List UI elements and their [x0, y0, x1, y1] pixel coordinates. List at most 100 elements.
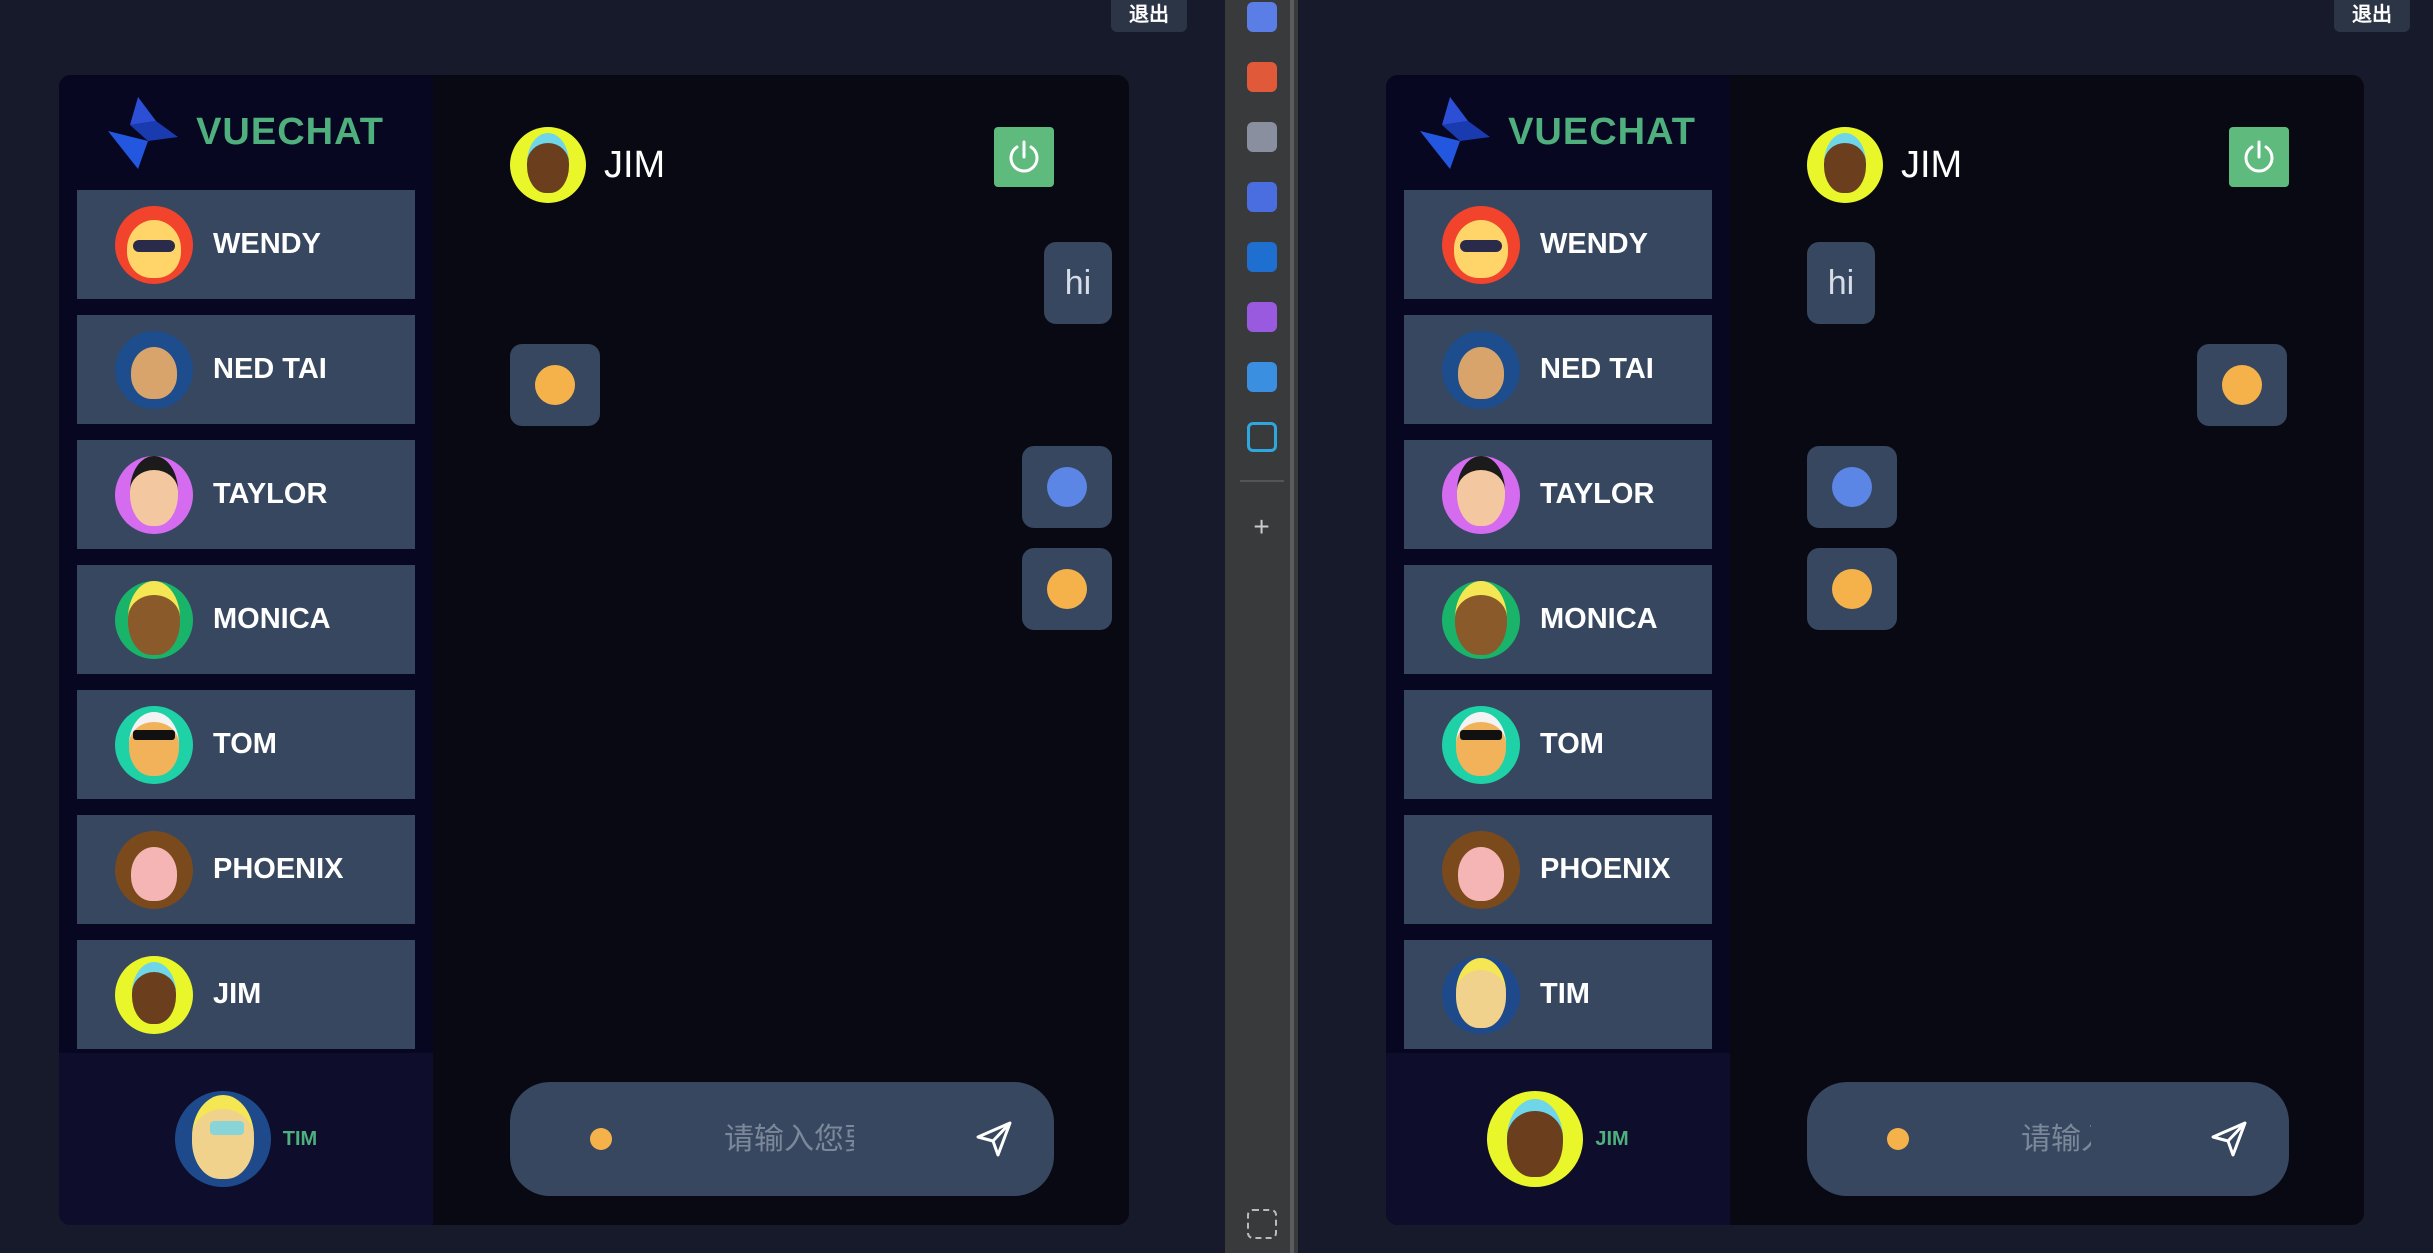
current-user: TIM	[59, 1053, 433, 1225]
message-bubble	[510, 344, 600, 426]
contact-item-phoenix[interactable]: PHOENIX	[1404, 815, 1712, 924]
phoenix-avatar	[115, 830, 193, 909]
send-button[interactable]	[974, 1119, 1014, 1159]
tim-avatar[interactable]	[174, 1091, 271, 1187]
message-input-bar	[1807, 1082, 2289, 1196]
contact-item-ned-tai[interactable]: NED TAI	[1404, 315, 1712, 424]
contact-name: WENDY	[213, 228, 321, 260]
contact-item-taylor[interactable]: TAYLOR	[77, 440, 415, 549]
contacts-sidebar: VUECHAT WENDY NED TAI TAYLOR MONICA TOM …	[1386, 75, 1730, 1225]
relieved-face-emoji	[1832, 569, 1872, 609]
ned-tai-avatar	[115, 330, 193, 409]
contact-name: PHOENIX	[1540, 853, 1671, 885]
taylor-avatar	[1442, 455, 1520, 534]
message-input[interactable]	[2019, 1120, 2093, 1158]
contact-name: TAYLOR	[1540, 478, 1655, 510]
jim-avatar	[1807, 127, 1883, 203]
cold-face-emoji	[1047, 467, 1087, 507]
screenshot-icon[interactable]	[1246, 1209, 1277, 1239]
chat-header: JIM	[1807, 127, 2289, 203]
bilibili-icon[interactable]	[1246, 422, 1277, 452]
tim-avatar	[1442, 955, 1520, 1034]
copilot-icon[interactable]	[1246, 182, 1277, 212]
taylor-avatar	[115, 455, 193, 534]
jim-avatar	[510, 127, 586, 203]
chat-panel: JIM hi	[433, 75, 1129, 1225]
message-input-bar	[510, 1082, 1054, 1196]
power-button[interactable]	[994, 127, 1054, 187]
contact-item-taylor[interactable]: TAYLOR	[1404, 440, 1712, 549]
jim-avatar	[115, 955, 193, 1034]
contact-item-monica[interactable]: MONICA	[1404, 565, 1712, 674]
monica-avatar	[115, 580, 193, 659]
pen-icon[interactable]	[1246, 302, 1277, 332]
chat-partner-name: JIM	[1901, 143, 1963, 186]
current-user-name: JIM	[1595, 1127, 1629, 1150]
toolbar-divider	[1239, 480, 1284, 482]
browser-side-toolbar: +	[1225, 0, 1298, 1253]
contact-item-tim[interactable]: TIM	[1404, 940, 1712, 1049]
power-icon	[1009, 140, 1039, 173]
tag-icon[interactable]	[1246, 2, 1277, 32]
contact-list[interactable]: WENDY NED TAI TAYLOR MONICA TOM PHOENIX …	[1386, 190, 1730, 1128]
briefcase-icon[interactable]	[1246, 62, 1277, 92]
jim-avatar[interactable]	[1487, 1091, 1584, 1187]
contact-name: NED TAI	[213, 353, 327, 385]
emoji-picker-icon[interactable]	[1887, 1128, 1909, 1150]
chat-panel: JIM hi	[1730, 75, 2364, 1225]
chat-app-left: VUECHAT WENDY NED TAI TAYLOR MONICA TOM …	[59, 75, 1129, 1225]
pane-splitter[interactable]	[1290, 0, 1294, 1253]
ned-tai-avatar	[1442, 330, 1520, 409]
contacts-sidebar: VUECHAT WENDY NED TAI TAYLOR MONICA TOM …	[59, 75, 433, 1225]
current-user-name: TIM	[282, 1127, 318, 1150]
send-icon[interactable]	[1246, 362, 1277, 392]
contact-list[interactable]: WENDY NED TAI TAYLOR MONICA TOM PHOENIX …	[59, 190, 433, 1128]
power-button[interactable]	[2229, 127, 2289, 187]
contact-item-ned-tai[interactable]: NED TAI	[77, 315, 415, 424]
contact-name: WENDY	[1540, 228, 1648, 260]
emoji-picker-icon[interactable]	[590, 1128, 612, 1150]
relieved-face-emoji	[1047, 569, 1087, 609]
chat-partner-name: JIM	[604, 143, 666, 186]
contact-item-phoenix[interactable]: PHOENIX	[77, 815, 415, 924]
contact-item-jim[interactable]: JIM	[77, 940, 415, 1049]
plus-icon[interactable]: +	[1247, 512, 1277, 542]
brand-header: VUECHAT	[59, 75, 433, 190]
chat-header: JIM	[510, 127, 1054, 203]
chess-icon[interactable]	[1246, 122, 1277, 152]
vuechat-logo-icon	[1420, 96, 1491, 169]
monica-avatar	[1442, 580, 1520, 659]
contact-name: TOM	[1540, 728, 1604, 760]
brand-header: VUECHAT	[1386, 75, 1730, 190]
tom-avatar	[115, 705, 193, 784]
message-bubble: hi	[1044, 242, 1112, 324]
flushed-face-emoji	[2222, 365, 2262, 405]
vuechat-logo-icon	[108, 96, 179, 169]
contact-name: TIM	[1540, 978, 1590, 1010]
send-button[interactable]	[2209, 1119, 2249, 1159]
contact-name: JIM	[213, 978, 262, 1010]
contact-item-monica[interactable]: MONICA	[77, 565, 415, 674]
contact-item-wendy[interactable]: WENDY	[1404, 190, 1712, 299]
message-bubble	[2197, 344, 2287, 426]
cold-face-emoji	[1832, 467, 1872, 507]
current-user: JIM	[1386, 1053, 1730, 1225]
logout-button[interactable]: 退出	[1111, 0, 1187, 32]
wendy-avatar	[115, 205, 193, 284]
contact-item-tom[interactable]: TOM	[1404, 690, 1712, 799]
contact-item-tom[interactable]: TOM	[77, 690, 415, 799]
message-bubble	[1807, 548, 1897, 630]
contact-name: NED TAI	[1540, 353, 1654, 385]
message-input[interactable]	[722, 1120, 856, 1158]
brand-title: VUECHAT	[196, 111, 384, 153]
chat-app-right: VUECHAT WENDY NED TAI TAYLOR MONICA TOM …	[1386, 75, 2364, 1225]
contact-name: TOM	[213, 728, 277, 760]
contact-name: TAYLOR	[213, 478, 328, 510]
outlook-icon[interactable]	[1246, 242, 1277, 272]
contact-item-wendy[interactable]: WENDY	[77, 190, 415, 299]
phoenix-avatar	[1442, 830, 1520, 909]
logout-button[interactable]: 退出	[2334, 0, 2410, 32]
message-bubble	[1022, 548, 1112, 630]
message-bubble: hi	[1807, 242, 1875, 324]
power-icon	[2244, 140, 2274, 173]
